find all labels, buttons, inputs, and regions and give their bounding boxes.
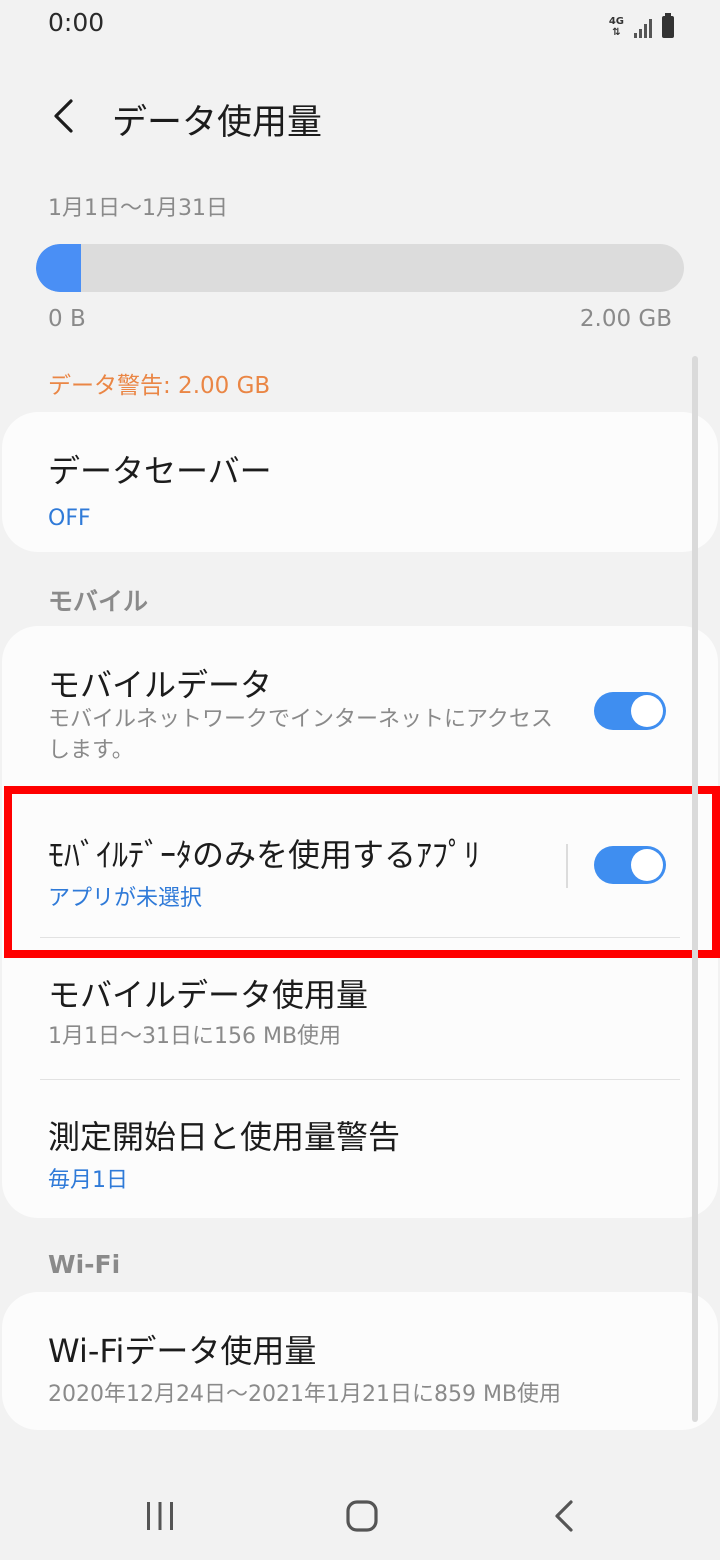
status-icons: 4G ⇅ bbox=[609, 12, 674, 38]
recent-apps-button[interactable] bbox=[132, 1488, 188, 1544]
mobile-data-toggle[interactable] bbox=[594, 692, 666, 730]
home-button[interactable] bbox=[334, 1488, 390, 1544]
usage-progress-fill bbox=[36, 244, 82, 292]
wifi-usage-title: Wi-Fiデータ使用量 bbox=[48, 1332, 317, 1370]
usage-period: 1月1日〜1月31日 bbox=[48, 196, 228, 221]
data-saver-row[interactable]: データセーバー OFF bbox=[2, 412, 718, 552]
nav-back-button[interactable] bbox=[536, 1488, 592, 1544]
mobile-usage-summary: 1月1日〜31日に156 MB使用 bbox=[48, 1024, 342, 1049]
network-type-icon: 4G ⇅ bbox=[609, 16, 624, 38]
scrollbar[interactable] bbox=[692, 356, 698, 1422]
mobile-data-title: モバイルデータ bbox=[48, 666, 273, 704]
home-icon bbox=[346, 1500, 378, 1532]
toggle-knob bbox=[631, 849, 663, 881]
mobile-only-apps-toggle[interactable] bbox=[594, 846, 666, 884]
network-type-label: 4G bbox=[608, 16, 624, 27]
back-button[interactable] bbox=[38, 90, 90, 142]
recent-apps-icon bbox=[147, 1502, 173, 1530]
app-header: データ使用量 bbox=[0, 80, 720, 156]
usage-max-label: 2.00 GB bbox=[579, 306, 672, 332]
mobile-data-description: モバイルネットワークでインターネットにアクセスします。 bbox=[48, 707, 553, 763]
data-saver-status: OFF bbox=[48, 506, 91, 531]
mobile-data-row[interactable]: モバイルデータ モバイルネットワークでインターネットにアクセスします。 bbox=[2, 626, 718, 794]
wifi-usage-summary: 2020年12月24日〜2021年1月21日に859 MB使用 bbox=[48, 1382, 562, 1407]
battery-icon bbox=[662, 13, 674, 38]
section-label-wifi: Wi-Fi bbox=[48, 1250, 121, 1279]
page-title: データ使用量 bbox=[112, 103, 323, 143]
navigation-bar bbox=[0, 1470, 720, 1560]
signal-icon bbox=[634, 18, 652, 38]
toggle-knob bbox=[631, 695, 663, 727]
mobile-only-apps-status: アプリが未選択 bbox=[48, 886, 203, 911]
data-saver-title: データセーバー bbox=[48, 452, 272, 490]
row-vertical-divider bbox=[566, 844, 568, 888]
status-time: 0:00 bbox=[48, 8, 105, 37]
usage-min-label: 0 B bbox=[48, 306, 86, 332]
wifi-card: Wi-Fiデータ使用量 2020年12月24日〜2021年1月21日に859 M… bbox=[2, 1292, 718, 1430]
billing-cycle-row[interactable]: 測定開始日と使用量警告 毎月1日 bbox=[2, 1080, 718, 1218]
data-arrows-icon: ⇅ bbox=[612, 27, 621, 38]
mobile-only-apps-title: ﾓﾊﾞｲﾙﾃﾞｰﾀのみを使用するｱﾌﾟﾘ bbox=[48, 836, 481, 874]
status-bar: 0:00 4G ⇅ bbox=[0, 0, 720, 52]
section-label-mobile: モバイル bbox=[48, 587, 149, 616]
wifi-usage-row[interactable]: Wi-Fiデータ使用量 2020年12月24日〜2021年1月21日に859 M… bbox=[2, 1292, 718, 1430]
usage-progress-bar bbox=[36, 244, 684, 292]
mobile-only-apps-row[interactable]: ﾓﾊﾞｲﾙﾃﾞｰﾀのみを使用するｱﾌﾟﾘ アプリが未選択 bbox=[2, 794, 718, 938]
mobile-card: モバイルデータ モバイルネットワークでインターネットにアクセスします。 ﾓﾊﾞｲ… bbox=[2, 626, 718, 1218]
data-warning-text: データ警告: 2.00 GB bbox=[48, 373, 271, 399]
back-icon bbox=[555, 1500, 573, 1532]
billing-cycle-value: 毎月1日 bbox=[48, 1168, 128, 1193]
mobile-usage-title: モバイルデータ使用量 bbox=[48, 976, 369, 1014]
billing-cycle-title: 測定開始日と使用量警告 bbox=[48, 1118, 401, 1156]
mobile-usage-row[interactable]: モバイルデータ使用量 1月1日〜31日に156 MB使用 bbox=[2, 938, 718, 1080]
chevron-left-icon bbox=[54, 99, 73, 133]
data-saver-card: データセーバー OFF bbox=[2, 412, 718, 552]
